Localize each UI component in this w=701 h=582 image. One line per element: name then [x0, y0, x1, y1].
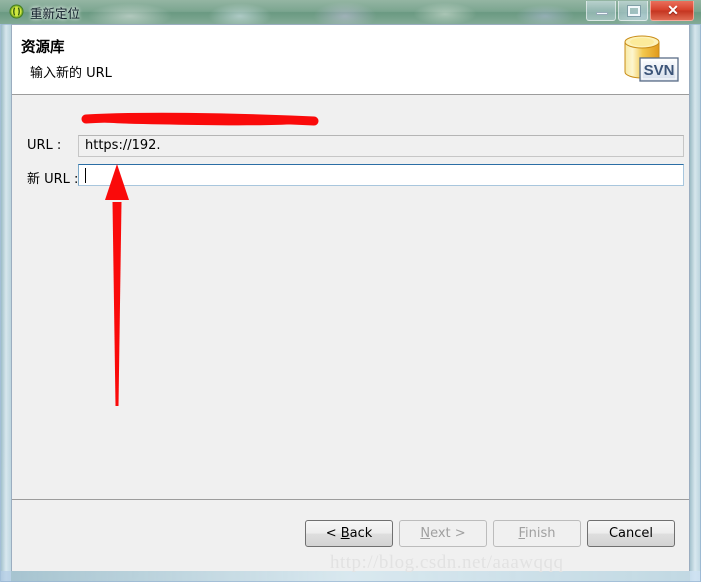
relocate-dialog-window: 重新定位 ✕ 资源库 输入新的 URL SVN URL: https://19…	[0, 0, 701, 582]
window-frame-right	[690, 24, 701, 582]
dialog-button-bar: < Back Next > Finish Cancel	[12, 499, 689, 571]
window-frame-left	[0, 24, 11, 582]
next-button-mnemonic: N	[420, 526, 431, 541]
page-subtitle: 输入新的 URL	[30, 66, 112, 81]
restore-icon	[628, 6, 640, 16]
svg-text:SVN: SVN	[644, 62, 675, 79]
restore-button[interactable]	[618, 1, 648, 21]
dialog-body: URL : https://192. 新 URL :	[12, 95, 689, 499]
url-input[interactable]: https://192.	[78, 135, 684, 157]
cancel-button-rest: Cancel	[608, 526, 654, 541]
app-icon	[9, 4, 24, 19]
minimize-icon	[596, 12, 608, 15]
next-button-suffix: >	[450, 526, 466, 541]
back-button-mnemonic: B	[340, 526, 350, 541]
finish-button-rest: inish	[525, 526, 556, 541]
finish-button[interactable]: Finish	[493, 520, 581, 547]
title-bar[interactable]: 重新定位 ✕	[0, 0, 701, 24]
new-url-input[interactable]	[78, 164, 684, 186]
back-button-prefix: <	[325, 526, 341, 541]
back-button[interactable]: < Back	[305, 520, 393, 547]
minimize-button[interactable]	[586, 1, 616, 21]
close-icon: ✕	[667, 2, 679, 18]
dialog-client-area: 资源库 输入新的 URL SVN URL: https://192. 新 UR…	[11, 24, 690, 571]
dialog-header: 资源库 输入新的 URL SVN	[12, 25, 689, 95]
next-button[interactable]: Next >	[399, 520, 487, 547]
new-url-label: 新 URL :	[27, 172, 79, 187]
window-frame-bottom	[0, 571, 701, 582]
window-title: 重新定位	[30, 6, 81, 21]
back-button-rest: ack	[349, 526, 373, 541]
cancel-button[interactable]: Cancel	[587, 520, 675, 547]
text-caret	[85, 168, 86, 183]
close-button[interactable]: ✕	[650, 1, 694, 21]
svn-repository-icon: SVN	[615, 30, 683, 90]
next-button-rest: ext	[430, 526, 451, 541]
url-label: URL :	[27, 138, 62, 153]
page-title: 资源库	[21, 40, 65, 56]
